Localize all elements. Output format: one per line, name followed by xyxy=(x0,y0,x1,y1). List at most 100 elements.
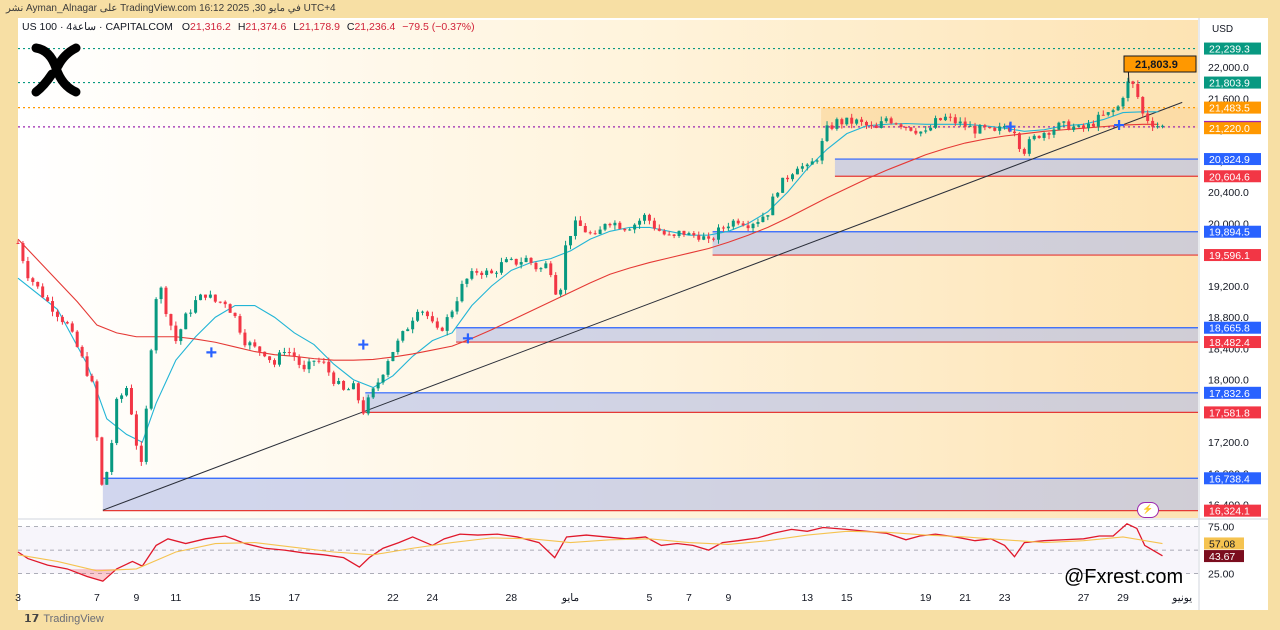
candle-body[interactable] xyxy=(361,400,365,414)
candle-body[interactable] xyxy=(228,304,232,313)
candle-body[interactable] xyxy=(159,287,163,300)
candle-body[interactable] xyxy=(958,121,962,124)
candle-body[interactable] xyxy=(401,331,405,341)
candle-body[interactable] xyxy=(371,388,375,398)
candle-body[interactable] xyxy=(549,263,553,276)
candle-body[interactable] xyxy=(455,301,459,312)
candle-body[interactable] xyxy=(243,332,247,346)
candle-body[interactable] xyxy=(899,124,903,128)
candle-body[interactable] xyxy=(845,117,849,125)
candle-body[interactable] xyxy=(1067,121,1071,130)
candle-body[interactable] xyxy=(430,316,434,322)
candle-body[interactable] xyxy=(613,222,617,226)
candle-body[interactable] xyxy=(406,329,410,332)
candle-body[interactable] xyxy=(554,275,558,295)
candle-body[interactable] xyxy=(302,364,306,370)
candle-body[interactable] xyxy=(731,220,735,227)
candle-body[interactable] xyxy=(292,352,296,357)
candle-body[interactable] xyxy=(1121,97,1125,107)
candle-body[interactable] xyxy=(110,443,114,472)
candle-body[interactable] xyxy=(840,119,844,125)
candle-body[interactable] xyxy=(134,414,138,446)
candle-body[interactable] xyxy=(425,311,429,317)
candle-body[interactable] xyxy=(1160,125,1164,127)
candle-body[interactable] xyxy=(115,398,119,444)
candle-body[interactable] xyxy=(702,236,706,240)
candle-body[interactable] xyxy=(41,286,45,298)
candle-body[interactable] xyxy=(973,125,977,134)
candle-body[interactable] xyxy=(1141,96,1145,114)
candle-body[interactable] xyxy=(529,257,533,263)
candle-body[interactable] xyxy=(1151,120,1155,127)
candle-body[interactable] xyxy=(889,118,893,124)
candle-body[interactable] xyxy=(499,262,503,273)
candle-body[interactable] xyxy=(475,271,479,273)
candle-body[interactable] xyxy=(238,316,242,333)
candle-body[interactable] xyxy=(164,287,168,315)
candle-body[interactable] xyxy=(376,382,380,389)
chart-canvas[interactable]: 22,000.021,600.021,200.020,800.020,400.0… xyxy=(0,0,1280,630)
candle-body[interactable] xyxy=(509,258,513,260)
candle-body[interactable] xyxy=(65,322,69,324)
candle-body[interactable] xyxy=(277,352,281,365)
candle-body[interactable] xyxy=(1022,149,1026,154)
candle-body[interactable] xyxy=(317,360,321,362)
candle-body[interactable] xyxy=(850,117,854,124)
candle-body[interactable] xyxy=(51,301,55,312)
candle-body[interactable] xyxy=(988,127,992,129)
candle-body[interactable] xyxy=(573,220,577,236)
candle-body[interactable] xyxy=(736,220,740,224)
candle-body[interactable] xyxy=(879,121,883,128)
candle-body[interactable] xyxy=(174,325,178,342)
demand-zone[interactable] xyxy=(365,392,1198,413)
candle-body[interactable] xyxy=(120,395,124,399)
candle-body[interactable] xyxy=(603,223,607,230)
candle-body[interactable] xyxy=(860,119,864,122)
candle-body[interactable] xyxy=(790,174,794,180)
candle-body[interactable] xyxy=(835,119,839,129)
candle-body[interactable] xyxy=(963,121,967,127)
candle-body[interactable] xyxy=(248,342,252,346)
candle-body[interactable] xyxy=(460,283,464,302)
candle-body[interactable] xyxy=(169,314,173,326)
candle-body[interactable] xyxy=(80,346,84,357)
candle-body[interactable] xyxy=(189,312,193,314)
candle-body[interactable] xyxy=(347,389,351,391)
candle-body[interactable] xyxy=(416,311,420,321)
candle-body[interactable] xyxy=(519,262,523,265)
candle-body[interactable] xyxy=(707,236,711,239)
candle-body[interactable] xyxy=(628,229,632,231)
candle-body[interactable] xyxy=(218,301,222,303)
demand-zone[interactable] xyxy=(102,478,1199,511)
candle-body[interactable] xyxy=(776,192,780,197)
candle-body[interactable] xyxy=(904,127,908,129)
candle-body[interactable] xyxy=(1077,125,1081,127)
candle-body[interactable] xyxy=(588,232,592,234)
candle-body[interactable] xyxy=(1057,122,1061,130)
candle-body[interactable] xyxy=(139,445,143,462)
candle-body[interactable] xyxy=(1156,126,1160,128)
candle-body[interactable] xyxy=(440,327,444,331)
candle-body[interactable] xyxy=(297,356,301,365)
candle-body[interactable] xyxy=(687,233,691,235)
candle-body[interactable] xyxy=(1091,123,1095,127)
candle-body[interactable] xyxy=(70,323,74,332)
candle-body[interactable] xyxy=(253,342,257,347)
candle-body[interactable] xyxy=(465,278,469,284)
candle-body[interactable] xyxy=(534,262,538,270)
candle-body[interactable] xyxy=(869,125,873,127)
candle-body[interactable] xyxy=(751,223,755,229)
candle-body[interactable] xyxy=(766,215,770,217)
candle-body[interactable] xyxy=(677,230,681,236)
candle-body[interactable] xyxy=(1047,133,1051,135)
candle-body[interactable] xyxy=(495,272,499,274)
candle-body[interactable] xyxy=(938,118,942,121)
candle-body[interactable] xyxy=(657,228,661,231)
candle-body[interactable] xyxy=(129,388,133,415)
candle-body[interactable] xyxy=(1116,106,1120,111)
candle-body[interactable] xyxy=(46,297,50,302)
candle-body[interactable] xyxy=(199,294,203,301)
candle-body[interactable] xyxy=(524,257,528,263)
candle-body[interactable] xyxy=(445,317,449,331)
candle-body[interactable] xyxy=(125,388,129,396)
